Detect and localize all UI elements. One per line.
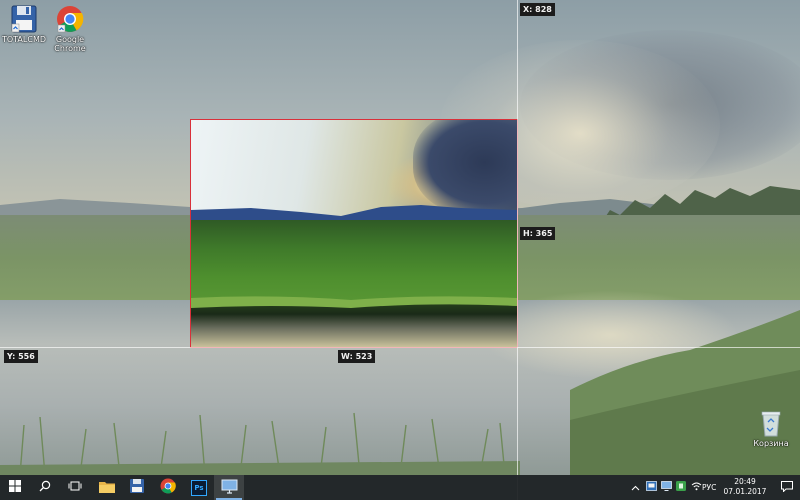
clock-date: 07.01.2017 <box>723 487 767 496</box>
desktop-icon-recycle-bin[interactable]: Корзина <box>748 408 794 448</box>
selection-shore-grass <box>191 296 517 308</box>
search-icon <box>39 480 51 495</box>
action-center-button[interactable] <box>774 475 800 500</box>
chrome-icon <box>160 478 176 497</box>
chevron-up-icon <box>631 481 640 494</box>
monitor-icon <box>660 481 672 494</box>
network-button[interactable] <box>689 475 703 500</box>
task-view-icon <box>68 480 82 495</box>
floppy-disk-icon <box>129 478 145 497</box>
green-app-icon <box>676 481 686 494</box>
photoshop-taskbar-button[interactable]: Ps <box>184 475 214 500</box>
input-language-indicator[interactable]: РУС <box>702 483 716 492</box>
folder-icon <box>99 480 115 496</box>
show-hidden-icons-button[interactable] <box>628 475 642 500</box>
tray-monitor-button[interactable] <box>659 475 673 500</box>
chrome-icon <box>55 4 85 34</box>
crosshair-horizontal-guide <box>0 347 800 348</box>
y-coordinate-label: Y: 556 <box>4 350 38 363</box>
task-view-button[interactable] <box>60 475 90 500</box>
wifi-icon <box>691 481 702 494</box>
height-label: H: 365 <box>520 227 556 240</box>
chrome-taskbar-button[interactable] <box>153 475 183 500</box>
desktop-icon-label: Корзина <box>753 439 789 448</box>
system-clock[interactable]: 20:49 07.01.2017 <box>716 477 774 497</box>
screen-capture-taskbar-button[interactable] <box>214 475 244 500</box>
monitor-icon <box>221 479 238 497</box>
capture-selection-region[interactable] <box>190 119 518 348</box>
x-coordinate-label: X: 828 <box>520 3 555 16</box>
photoshop-icon: Ps <box>191 479 207 496</box>
tray-app-button[interactable] <box>644 475 658 500</box>
notification-icon <box>781 480 793 495</box>
wallpaper-reeds <box>0 412 520 475</box>
width-label: W: 523 <box>338 350 376 363</box>
wallpaper-grass <box>570 310 800 475</box>
clock-time: 20:49 <box>734 477 756 486</box>
taskbar: Ps РУС 20:49 07.01.2017 <box>0 475 800 500</box>
selection-storm-cloud <box>413 120 517 215</box>
floppy-disk-icon <box>9 4 39 34</box>
crosshair-vertical-guide <box>517 0 518 500</box>
recycle-bin-icon <box>756 408 786 438</box>
file-explorer-button[interactable] <box>92 475 122 500</box>
windows-logo-icon <box>9 480 21 495</box>
desktop-icon-label: TOTALCMD <box>1 35 47 44</box>
app-tray-icon <box>645 481 657 494</box>
desktop-icon-label: Google Chrome <box>54 35 86 53</box>
start-button[interactable] <box>0 475 30 500</box>
desktop-icon-totalcmd[interactable]: TOTALCMD <box>1 4 47 44</box>
search-button[interactable] <box>30 475 60 500</box>
totalcmd-taskbar-button[interactable] <box>122 475 152 500</box>
desktop-icon-chrome[interactable]: Google Chrome <box>47 4 93 53</box>
tray-green-app-button[interactable] <box>674 475 688 500</box>
